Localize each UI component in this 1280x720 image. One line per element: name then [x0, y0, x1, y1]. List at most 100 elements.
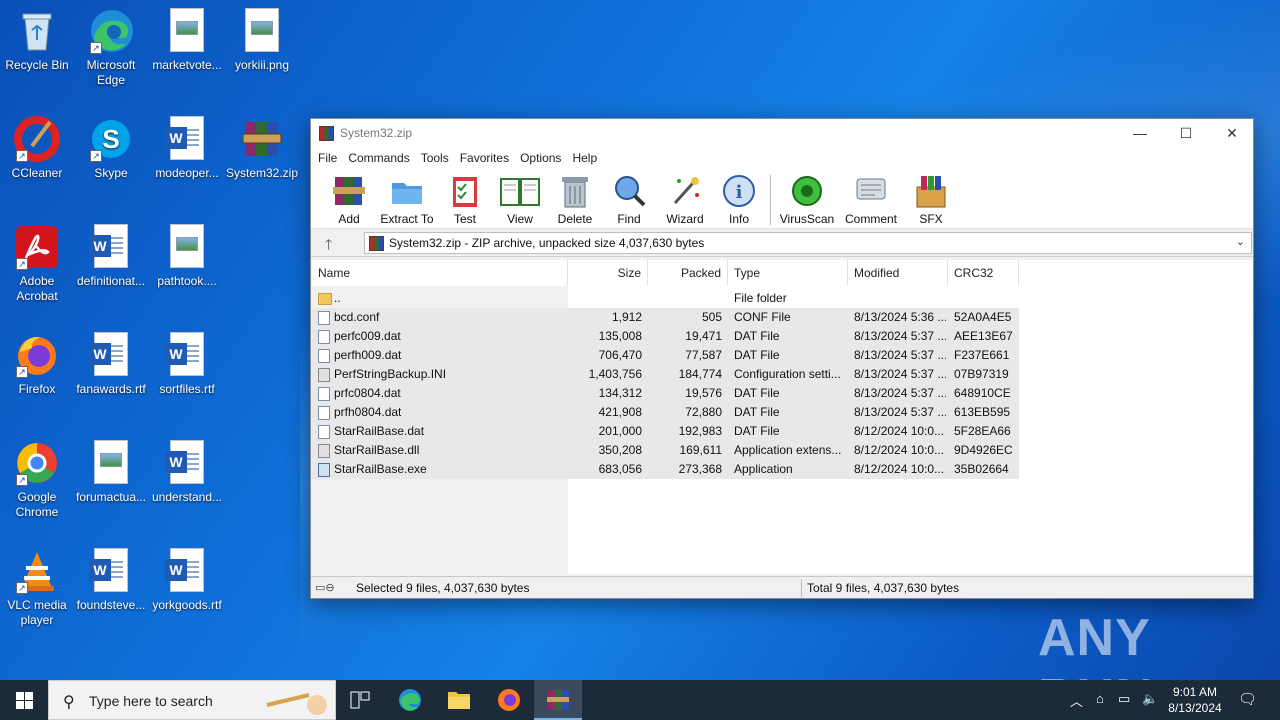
file-crc32: 9D4926EC [954, 443, 1013, 457]
task-view-button[interactable] [336, 680, 384, 720]
file-name: perfh009.dat [334, 348, 402, 362]
file-name: perfc009.dat [334, 329, 401, 343]
desktop-icon-pathtook[interactable]: pathtook.... [150, 224, 224, 289]
file-row[interactable]: perfc009.dat 135,008 19,471 DAT File 8/13/20… [312, 327, 1019, 346]
menu-file[interactable]: File [313, 151, 343, 165]
desktop-icon-yorkiii[interactable]: yorkiii.png [225, 8, 299, 73]
notifications-icon[interactable]: 🗨 [1238, 690, 1257, 720]
add-label: Add [338, 212, 360, 226]
column-header-type[interactable]: Type [728, 260, 848, 286]
desktop-icon-edge[interactable]: ↗ Microsoft Edge [74, 8, 148, 88]
close-button[interactable]: ✕ [1209, 119, 1255, 147]
title-bar[interactable]: System32.zip — ☐ ✕ [311, 119, 1253, 147]
desktop-icon-system32-zip[interactable]: System32.zip [225, 116, 299, 181]
taskbar-file-explorer[interactable] [435, 680, 483, 720]
up-arrow-icon[interactable]: 🡑 [325, 234, 332, 258]
volume-icon[interactable]: 🔈 [1142, 691, 1158, 720]
view-button[interactable]: View [498, 173, 542, 226]
menu-commands[interactable]: Commands [343, 151, 415, 165]
desktop-icon-forumactua[interactable]: forumactua... [74, 440, 148, 505]
column-header-modified[interactable]: Modified [848, 260, 948, 286]
extract-to-label: Extract To [380, 212, 434, 226]
test-label: Test [453, 212, 476, 226]
file-row[interactable]: .. File folder [312, 289, 1019, 308]
file-row[interactable]: StarRailBase.dat 201,000 192,983 DAT File 8/… [312, 422, 1019, 441]
file-name: prfc0804.dat [334, 386, 401, 400]
image-file-icon [170, 224, 204, 268]
search-placeholder: Type here to search [89, 693, 213, 709]
file-row[interactable]: bcd.conf 1,912 505 CONF File 8/13/2024 5:36 … [312, 308, 1019, 327]
file-row[interactable]: perfh009.dat 706,470 77,587 DAT File 8/13/20… [312, 346, 1019, 365]
desktop-icon-understand[interactable]: W understand... [150, 440, 224, 505]
file-icon [318, 368, 330, 382]
desktop-icon-adobe-acrobat[interactable]: ↗ Adobe Acrobat [0, 224, 74, 304]
desktop-icon-label: yorkgoods.rtf [152, 598, 222, 612]
desktop-icon-sortfiles[interactable]: W sortfiles.rtf [150, 332, 224, 397]
search-highlight-illustration-icon [266, 693, 327, 715]
desktop-icon-foundsteve[interactable]: W foundsteve... [74, 548, 148, 613]
file-modified: 8/13/2024 5:37 ... [854, 386, 946, 400]
file-type: DAT File [734, 348, 780, 362]
desktop-icon-marketvote[interactable]: marketvote... [150, 8, 224, 73]
toolbar-separator [770, 175, 771, 225]
menu-help[interactable]: Help [567, 151, 603, 165]
file-row[interactable]: StarRailBase.dll 350,208 169,611 Applicatio… [312, 441, 1019, 460]
archive-path-box[interactable]: System32.zip - ZIP archive, unpacked siz… [364, 232, 1252, 254]
desktop-icon-label: pathtook.... [157, 274, 217, 288]
desktop-icon-fanawards[interactable]: W fanawards.rtf [74, 332, 148, 397]
test-button[interactable]: Test [447, 173, 483, 226]
desktop-icon-label: fanawards.rtf [76, 382, 146, 396]
show-hidden-icons-chevron-icon[interactable]: ︿ [1070, 691, 1083, 720]
file-list: Name Size Packed Type Modified CRC32 .. F… [312, 260, 1253, 574]
desktop-icon-definitionat[interactable]: W definitionat... [74, 224, 148, 289]
desktop-icon-google-chrome[interactable]: ↗ Google Chrome [0, 440, 74, 520]
file-row[interactable]: prfh0804.dat 421,908 72,880 DAT File 8/13/20… [312, 403, 1019, 422]
column-header-packed[interactable]: Packed [648, 260, 728, 286]
file-type: DAT File [734, 329, 780, 343]
status-total: Total 9 files, 4,037,630 bytes [807, 581, 960, 595]
start-button[interactable] [0, 680, 48, 720]
column-header-size[interactable]: Size [568, 260, 648, 286]
desktop-icon-vlc[interactable]: ↗ VLC media player [0, 548, 74, 628]
extract-to-button[interactable]: Extract To [379, 173, 435, 226]
file-row[interactable]: PerfStringBackup.INI 1,403,756 184,774 Conf… [312, 365, 1019, 384]
desktop-icon-firefox[interactable]: ↗ Firefox [0, 332, 74, 397]
file-row[interactable]: StarRailBase.exe 683,056 273,368 Applicatio… [312, 460, 1019, 479]
taskbar-firefox[interactable] [485, 680, 533, 720]
display-icon[interactable]: ▭ [1118, 691, 1130, 720]
file-packed: 72,880 [685, 405, 722, 419]
comment-button[interactable]: Comment [842, 173, 900, 226]
maximize-button[interactable]: ☐ [1163, 119, 1209, 147]
find-button[interactable]: Find [611, 173, 647, 226]
taskbar-winrar[interactable] [534, 680, 582, 720]
desktop-icon-recycle-bin[interactable]: Recycle Bin [0, 8, 74, 73]
network-status-icon[interactable]: ⌂ [1096, 691, 1104, 720]
chevron-down-icon[interactable]: ⌄ [1236, 235, 1245, 248]
delete-button[interactable]: Delete [555, 173, 595, 226]
virusscan-button[interactable]: VirusScan [779, 173, 835, 226]
system-clock[interactable]: 9:01 AM 8/13/2024 [1160, 684, 1230, 716]
menu-favorites[interactable]: Favorites [455, 151, 515, 165]
column-header-crc32[interactable]: CRC32 [948, 260, 1019, 286]
menu-bar: File Commands Tools Favorites Options He… [311, 147, 1253, 169]
sfx-button[interactable]: SFX [911, 173, 951, 226]
archive-path-text: System32.zip - ZIP archive, unpacked siz… [389, 236, 705, 250]
edge-icon [399, 689, 421, 711]
info-button[interactable]: i Info [721, 173, 757, 226]
desktop-icon-modeoper[interactable]: W modeoper... [150, 116, 224, 181]
menu-tools[interactable]: Tools [416, 151, 455, 165]
column-header-name[interactable]: Name [312, 260, 568, 286]
desktop-icon-skype[interactable]: S ↗ Skype [74, 116, 148, 181]
taskbar-search-box[interactable]: ⚲ Type here to search [48, 680, 336, 720]
menu-options[interactable]: Options [515, 151, 567, 165]
minimize-button[interactable]: — [1117, 119, 1163, 147]
desktop-icon-yorkgoods[interactable]: W yorkgoods.rtf [150, 548, 224, 613]
taskbar-edge[interactable] [386, 680, 434, 720]
add-button[interactable]: Add [329, 173, 369, 226]
desktop-icon-ccleaner[interactable]: ↗ CCleaner [0, 116, 74, 181]
column-header-label: Modified [854, 266, 900, 280]
file-row[interactable]: prfc0804.dat 134,312 19,576 DAT File 8/13/20… [312, 384, 1019, 403]
file-modified: 8/12/2024 10:0... [854, 443, 945, 457]
wizard-button[interactable]: Wizard [665, 173, 705, 226]
desktop-icon-label: foundsteve... [76, 598, 146, 612]
